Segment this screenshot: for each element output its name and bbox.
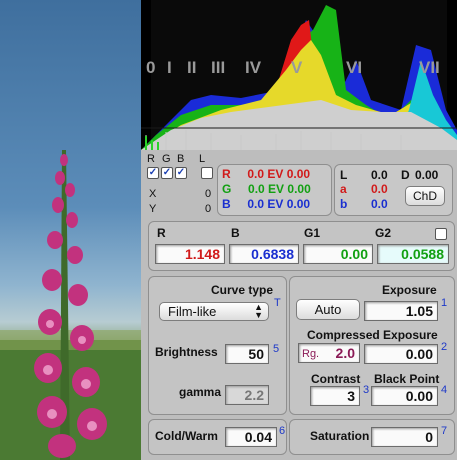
cold-warm-label: Cold/Warm — [155, 429, 218, 443]
zone-label-1: I — [167, 58, 172, 77]
compressed-exposure-field[interactable]: 0.00 — [364, 344, 438, 364]
lab-l-value: 0.0 — [371, 168, 388, 182]
channel-r-label: R — [147, 153, 155, 165]
compressed-exposure-marker: 2 — [441, 341, 448, 353]
readout-g-ev: EV — [268, 182, 285, 196]
adjustment-panel: 0 I II III IV V VI VII R G B L ✓ ✓ ✓ X 0… — [141, 0, 457, 460]
channel-g-label: G — [162, 153, 171, 165]
photo-preview[interactable] — [0, 0, 141, 460]
lab-a-value: 0.0 — [371, 182, 388, 196]
readout-r-channel: R — [222, 167, 231, 181]
compressed-exposure-label: Compressed Exposure — [307, 328, 438, 342]
readout-row-r: R 0.0 EV 0.00 — [222, 167, 311, 182]
lab-b-value: 0.0 — [371, 197, 388, 211]
contrast-label: Contrast — [311, 372, 361, 386]
channel-g-checkbox[interactable]: ✓ — [161, 167, 173, 179]
y-value: 0 — [205, 203, 212, 215]
zone-label-3: III — [211, 58, 226, 77]
channel-l-checkbox[interactable] — [201, 167, 213, 179]
readout-g-value1: 0.0 — [248, 182, 265, 196]
zone-label-7: VII — [419, 58, 440, 77]
wb-r-label: R — [157, 226, 166, 240]
channel-b-label: B — [177, 153, 185, 165]
wb-b-field[interactable]: 0.6838 — [229, 244, 299, 264]
rg-label: Rg. — [302, 348, 320, 360]
exposure-group: Exposure 1 Auto 1.05 Compressed Exposure… — [289, 276, 455, 415]
wb-g2-checkbox[interactable] — [435, 228, 447, 240]
zone-label-4: IV — [245, 58, 262, 77]
zone-label-2: II — [187, 58, 197, 77]
x-label: X — [149, 188, 157, 200]
brightness-label: Brightness — [155, 345, 218, 359]
curve-type-label: Curve type — [211, 283, 274, 297]
saturation-marker: 7 — [441, 425, 448, 437]
contrast-field[interactable]: 3 — [310, 386, 360, 406]
wb-r-field[interactable]: 1.148 — [155, 244, 225, 264]
chd-button[interactable]: ChD — [405, 186, 445, 206]
lab-l-label: L — [340, 168, 348, 182]
brightness-marker: 5 — [273, 343, 280, 355]
cold-warm-marker: 6 — [279, 425, 286, 437]
readout-b-value1: 0.0 — [247, 197, 265, 211]
wb-g2-label: G2 — [375, 226, 392, 240]
curve-type-marker: T — [274, 297, 281, 309]
auto-exposure-button[interactable]: Auto — [296, 299, 360, 320]
readout-r-value2: 0.00 — [286, 167, 311, 181]
rgb-readout-rows: R 0.0 EV 0.00 G 0.0 EV 0.00 B 0.0 EV 0.0… — [222, 167, 311, 212]
wb-g2-field[interactable]: 0.0588 — [377, 244, 449, 264]
rg-field[interactable]: Rg. 2.0 — [298, 343, 360, 363]
lab-d-value: 0.00 — [415, 168, 439, 182]
saturation-field[interactable]: 0 — [371, 427, 438, 447]
saturation-group: Saturation 0 7 — [289, 419, 455, 455]
white-balance-group: R B G1 G2 1.148 0.6838 0.00 0.0588 — [148, 221, 455, 271]
contrast-marker: 3 — [363, 384, 370, 396]
cold-warm-field[interactable]: 0.04 — [225, 427, 277, 447]
exposure-label: Exposure — [382, 283, 437, 297]
black-point-field[interactable]: 0.00 — [371, 386, 438, 406]
select-arrows-icon: ▲ ▼ — [254, 302, 263, 320]
lab-readout: L 0.0 a 0.0 b 0.0 D 0.00 ChD — [334, 164, 453, 216]
zone-label-0: 0 — [146, 58, 156, 77]
zone-label-5: V — [291, 58, 303, 77]
lab-d-label: D — [401, 168, 410, 182]
lab-a-label: a — [340, 182, 347, 196]
wb-b-label: B — [231, 226, 240, 240]
curve-group: Curve type T Film-like ▲ ▼ Brightness 50 … — [148, 276, 287, 415]
wb-g1-label: G1 — [304, 226, 321, 240]
brightness-field[interactable]: 50 — [225, 344, 269, 364]
channel-b-checkbox[interactable]: ✓ — [175, 167, 187, 179]
rg-value: 2.0 — [335, 345, 355, 361]
cold-warm-group: Cold/Warm 0.04 6 — [148, 419, 287, 455]
rgb-readout: R 0.0 EV 0.00 G 0.0 EV 0.00 B 0.0 EV 0.0… — [217, 164, 332, 216]
channel-l-label: L — [199, 153, 206, 165]
curve-type-select[interactable]: Film-like ▲ ▼ — [159, 302, 269, 321]
x-value: 0 — [205, 188, 212, 200]
readout-b-ev: EV — [267, 197, 284, 211]
exposure-marker: 1 — [441, 297, 448, 309]
readout-r-ev: EV — [267, 167, 284, 181]
zone-label-6: VI — [346, 58, 363, 77]
histogram: 0 I II III IV V VI VII — [141, 0, 457, 150]
gamma-label: gamma — [179, 385, 222, 399]
exposure-field[interactable]: 1.05 — [364, 301, 438, 321]
readout-g-channel: G — [222, 182, 232, 196]
saturation-label: Saturation — [310, 429, 370, 443]
y-label: Y — [149, 203, 157, 215]
readout-row-g: G 0.0 EV 0.00 — [222, 182, 311, 197]
readout-g-value2: 0.00 — [287, 182, 311, 196]
wb-g1-field[interactable]: 0.00 — [303, 244, 373, 264]
curve-type-selected: Film-like — [168, 304, 217, 319]
black-point-label: Black Point — [374, 372, 440, 386]
readout-r-value1: 0.0 — [247, 167, 265, 181]
readout-b-value2: 0.00 — [286, 197, 311, 211]
channel-r-checkbox[interactable]: ✓ — [147, 167, 159, 179]
lab-b-label: b — [340, 197, 348, 211]
readout-row-b: B 0.0 EV 0.00 — [222, 197, 311, 212]
gamma-field[interactable]: 2.2 — [225, 385, 269, 405]
readout-b-channel: B — [222, 197, 231, 211]
black-point-marker: 4 — [441, 384, 448, 396]
